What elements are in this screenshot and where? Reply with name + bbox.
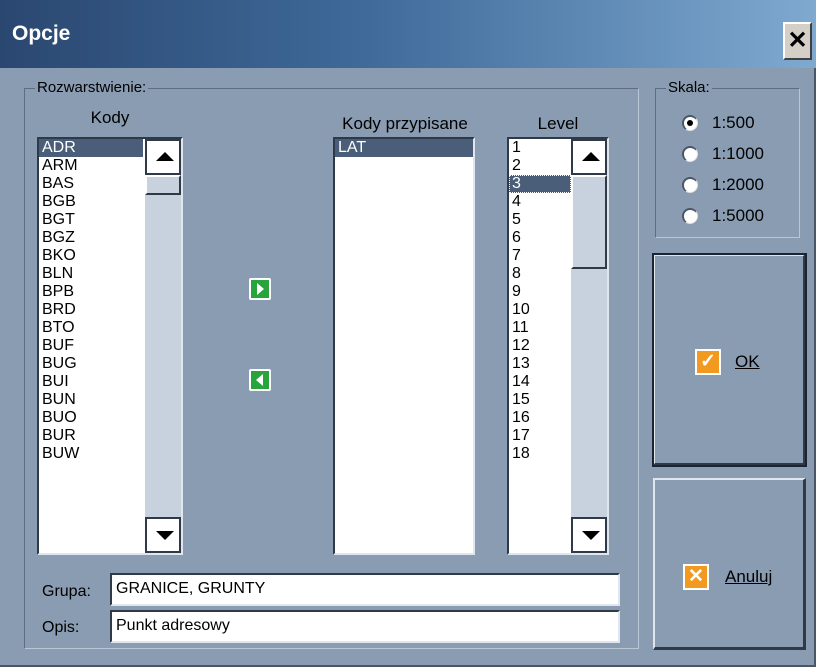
dialog-title: Opcje <box>12 22 71 45</box>
codes-scroll-up-button[interactable] <box>145 139 181 175</box>
radio-button[interactable] <box>682 177 698 193</box>
code-list-item[interactable]: BRD <box>39 301 143 319</box>
assigned-code-list-item[interactable]: LAT <box>335 139 473 157</box>
chevron-up-icon <box>156 152 174 161</box>
level-list-item[interactable]: 17 <box>509 427 571 445</box>
code-list-item[interactable]: BPB <box>39 283 143 301</box>
level-list-item[interactable]: 7 <box>509 247 571 265</box>
level-list-item[interactable]: 4 <box>509 193 571 211</box>
code-list-item[interactable]: BUR <box>39 427 143 445</box>
codes-label: Kody <box>90 108 130 127</box>
code-list-item[interactable]: BAS <box>39 175 143 193</box>
scale-group-legend: Skala: <box>666 79 712 97</box>
close-button[interactable]: ✕ <box>783 22 812 60</box>
level-list-item[interactable]: 6 <box>509 229 571 247</box>
code-list-item[interactable]: BTO <box>39 319 143 337</box>
level-list-item[interactable]: 15 <box>509 391 571 409</box>
cancel-button-label: Anuluj <box>725 567 773 586</box>
chevron-down-icon <box>582 531 600 540</box>
level-items: 1 2 3 4 5 6 7 8 9 10 11 12 13 14 15 16 17 18 <box>509 139 571 463</box>
radio-button[interactable] <box>682 115 698 131</box>
code-list-item[interactable]: BGT <box>39 211 143 229</box>
level-list-item[interactable]: 10 <box>509 301 571 319</box>
code-list-item[interactable]: BUO <box>39 409 143 427</box>
x-icon: ✕ <box>683 564 709 590</box>
radio-button[interactable] <box>682 208 698 224</box>
cancel-button[interactable]: ✕ Anuluj <box>653 478 806 650</box>
code-list-item[interactable]: BUN <box>39 391 143 409</box>
level-scroll-thumb[interactable] <box>571 175 607 269</box>
close-icon: ✕ <box>787 27 808 54</box>
codes-scroll-thumb[interactable] <box>145 175 181 195</box>
level-scrollbar[interactable] <box>571 139 607 553</box>
level-list-item[interactable]: 16 <box>509 409 571 427</box>
level-list-item[interactable]: 8 <box>509 265 571 283</box>
code-list-item[interactable]: BGZ <box>39 229 143 247</box>
code-list-item[interactable]: BUI <box>39 373 143 391</box>
codes-scrollbar[interactable] <box>145 139 181 553</box>
level-list-item[interactable]: 1 <box>509 139 571 157</box>
ok-button[interactable]: ✓ OK <box>652 253 807 467</box>
code-list-item[interactable]: BUW <box>39 445 143 463</box>
codes-scroll-down-button[interactable] <box>145 517 181 553</box>
level-list-item[interactable]: 12 <box>509 337 571 355</box>
code-list-item[interactable]: ADR <box>39 139 143 157</box>
level-list-item[interactable]: 5 <box>509 211 571 229</box>
radio-button[interactable] <box>682 146 698 162</box>
level-scroll-down-button[interactable] <box>571 517 607 553</box>
scale-option-label: 1:500 <box>712 113 755 132</box>
level-list-item[interactable]: 3 <box>509 175 571 193</box>
assigned-codes-label: Kody przypisane <box>342 114 468 133</box>
check-icon: ✓ <box>695 349 721 375</box>
level-list-item[interactable]: 2 <box>509 157 571 175</box>
level-scroll-up-button[interactable] <box>571 139 607 175</box>
scale-option-label: 1:2000 <box>712 175 764 194</box>
level-list-item[interactable]: 14 <box>509 373 571 391</box>
code-list-item[interactable]: ARM <box>39 157 143 175</box>
add-code-button[interactable] <box>249 278 271 300</box>
code-list-item[interactable]: BLN <box>39 265 143 283</box>
code-list-item[interactable]: BKO <box>39 247 143 265</box>
level-list-item[interactable]: 13 <box>509 355 571 373</box>
description-label: Opis: <box>42 619 80 636</box>
arrow-left-icon <box>256 374 263 386</box>
layers-group-legend: Rozwarstwienie: <box>35 79 149 97</box>
chevron-down-icon <box>156 531 174 540</box>
group-field[interactable]: GRANICE, GRUNTY <box>110 573 620 606</box>
level-list-item[interactable]: 11 <box>509 319 571 337</box>
scale-option-label: 1:5000 <box>712 206 764 225</box>
level-listbox[interactable]: 1 2 3 4 5 6 7 8 9 10 11 12 13 14 15 16 17 18 <box>507 137 609 555</box>
level-label: Level <box>537 114 579 133</box>
code-list-item[interactable]: BGB <box>39 193 143 211</box>
scale-option-label: 1:1000 <box>712 144 764 163</box>
group-label: Grupa: <box>42 583 91 600</box>
options-dialog: Opcje ✕ Rozwarstwienie: Kody Kody przypi… <box>0 0 816 667</box>
codes-listbox[interactable]: ADR ARM BAS BGB BGT BGZ BKO BLN BPB BRD BTO BUF BUG B… <box>37 137 183 555</box>
assigned-codes-listbox[interactable]: LAT <box>333 137 475 555</box>
description-field[interactable]: Punkt adresowy <box>110 610 620 643</box>
codes-items: ADR ARM BAS BGB BGT BGZ BKO BLN BPB BRD BTO BUF BUG B… <box>39 139 143 463</box>
arrow-right-icon <box>257 283 264 295</box>
title-bar[interactable]: Opcje ✕ <box>0 0 816 68</box>
ok-button-label: OK <box>735 352 760 371</box>
level-list-item[interactable]: 18 <box>509 445 571 463</box>
code-list-item[interactable]: BUG <box>39 355 143 373</box>
assigned-items: LAT <box>335 139 473 157</box>
code-list-item[interactable]: BUF <box>39 337 143 355</box>
level-list-item[interactable]: 9 <box>509 283 571 301</box>
chevron-up-icon <box>582 152 600 161</box>
remove-code-button[interactable] <box>249 369 271 391</box>
radio-dot-icon <box>687 120 693 126</box>
